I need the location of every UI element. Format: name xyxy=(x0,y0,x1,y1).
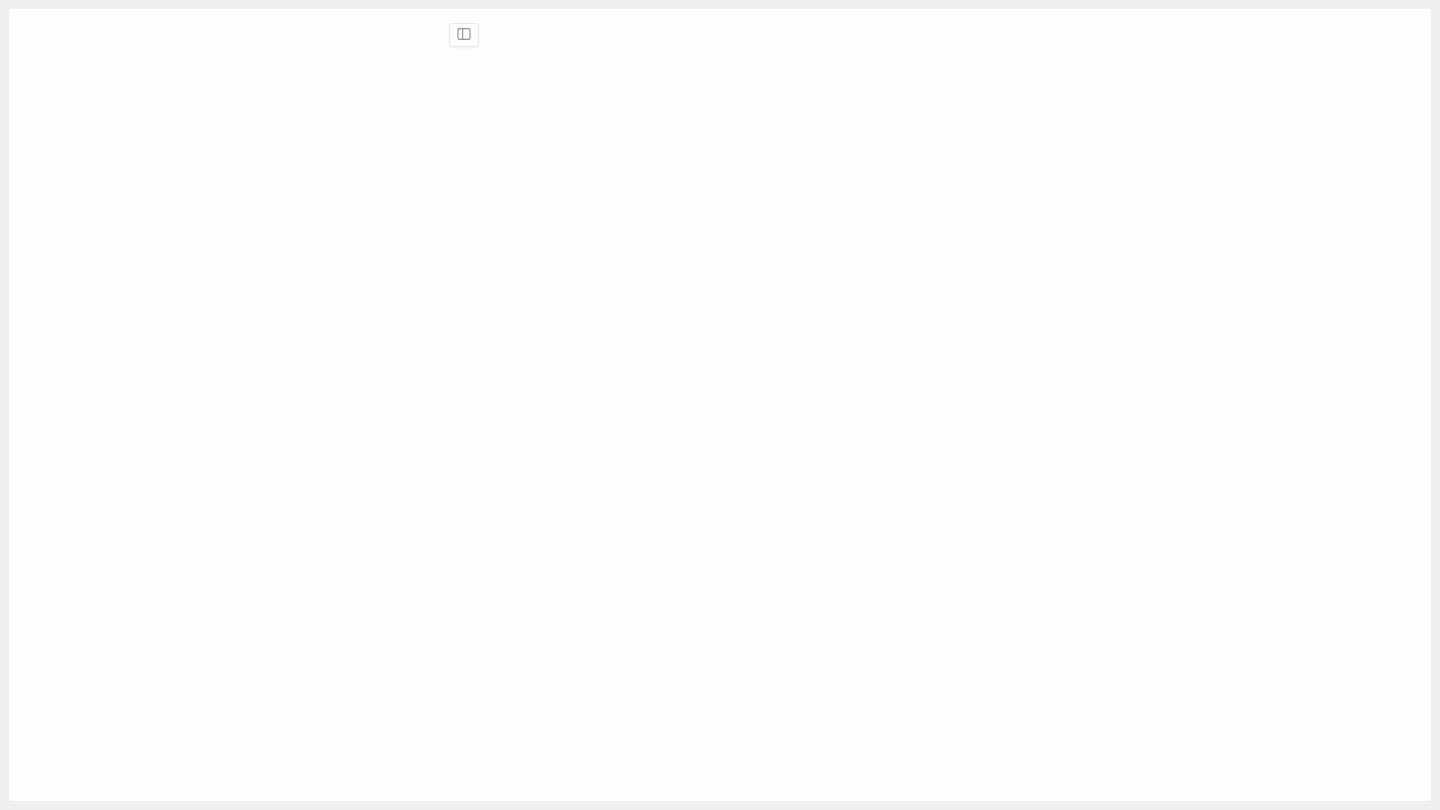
panel-toggle-button[interactable] xyxy=(449,23,479,47)
main-canvas xyxy=(9,9,1431,801)
panel-left-icon xyxy=(456,26,472,45)
